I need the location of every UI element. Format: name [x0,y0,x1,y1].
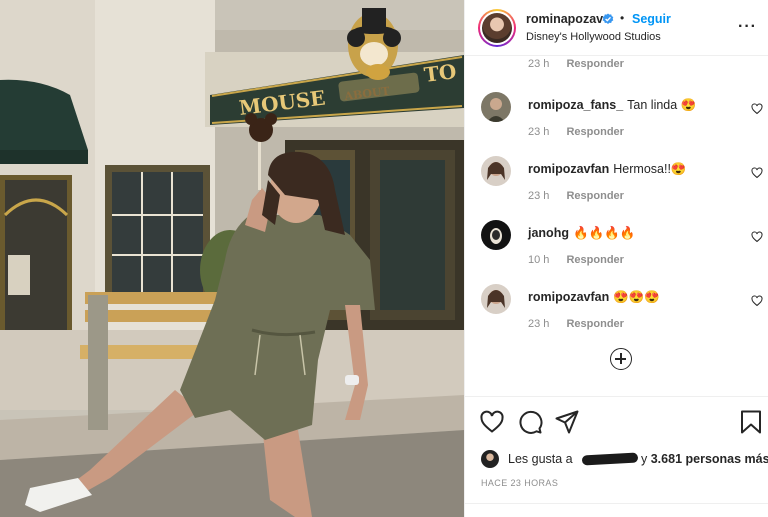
comment-item: romipoza_fans_ Tan linda 😍 23 h Responder [465,92,768,152]
commenter-avatar[interactable] [481,156,511,186]
post-photo[interactable]: MOUSE ABOUT TO [0,0,464,517]
heart-icon[interactable] [479,409,505,435]
comment-text: 🔥🔥🔥🔥 [572,226,636,240]
post-actions-bar [465,396,768,446]
likes-and: y [641,452,648,466]
commenter-avatar[interactable] [481,220,511,250]
reply-button[interactable]: Responder [566,190,623,202]
comments-list[interactable]: 23 h Responder romipoza_fans_ Tan linda 😍… [465,56,768,396]
comment-text: 😍😍😍 [613,290,660,304]
comment-item: romipozavfan 😍😍😍 23 h Responder [465,284,768,344]
comment-time: 23 h [528,126,550,138]
follow-button[interactable]: Seguir [632,12,671,26]
comment-item: romipozavfan Hermosa!!😍 23 h Responder [465,156,768,216]
liker-avatar[interactable] [481,450,499,468]
commenter-avatar[interactable] [481,92,511,122]
reply-button[interactable]: Responder [566,126,623,138]
author-avatar[interactable] [478,9,516,47]
reply-button[interactable]: Responder [566,254,623,266]
more-options-icon[interactable]: ··· [738,19,757,35]
photo-scene: MOUSE ABOUT TO [0,0,464,517]
comment-username[interactable]: romipozavfan [528,162,609,176]
comment-text: Tan linda 😍 [627,98,697,112]
redacted-username [581,452,639,466]
likes-prefix: Les gusta a [508,452,573,466]
comment-time: 23 h [528,318,550,330]
share-icon[interactable] [554,409,580,435]
author-username[interactable]: rominapozav [526,12,603,26]
likes-suffix[interactable]: personas más [686,452,768,466]
comment-icon[interactable] [517,409,543,435]
comment-username[interactable]: janohg [528,226,569,240]
commenter-avatar[interactable] [481,284,511,314]
comment-time: 23 h [528,58,550,70]
heart-icon[interactable] [751,103,763,115]
bookmark-icon[interactable] [738,409,764,435]
post-side-panel: rominapozav • Seguir Disney's Hollywood … [464,0,768,517]
reply-button[interactable]: Responder [566,318,623,330]
heart-icon[interactable] [751,295,763,307]
shop-sign-text-3: TO [423,59,458,87]
comment-username[interactable]: romipoza_fans_ [528,98,623,112]
comment-item: janohg 🔥🔥🔥🔥 10 h Responder [465,220,768,280]
likes-count[interactable]: 3.681 [651,452,682,466]
post-header: rominapozav • Seguir Disney's Hollywood … [465,0,768,56]
comment-text: Hermosa!!😍 [613,162,687,176]
comment-meta: 23 h Responder [528,58,624,70]
header-separator: • [620,11,625,25]
plus-circle-icon[interactable] [610,348,632,370]
post-timestamp[interactable]: HACE 23 HORAS [481,478,558,488]
verified-badge-icon [602,13,614,24]
divider [465,503,768,504]
comment-username[interactable]: romipozavfan [528,290,609,304]
heart-icon[interactable] [751,231,763,243]
comment-time: 10 h [528,254,550,266]
comment-time: 23 h [528,190,550,202]
post-location[interactable]: Disney's Hollywood Studios [526,31,661,43]
reply-button[interactable]: Responder [566,58,623,70]
heart-icon[interactable] [751,167,763,179]
